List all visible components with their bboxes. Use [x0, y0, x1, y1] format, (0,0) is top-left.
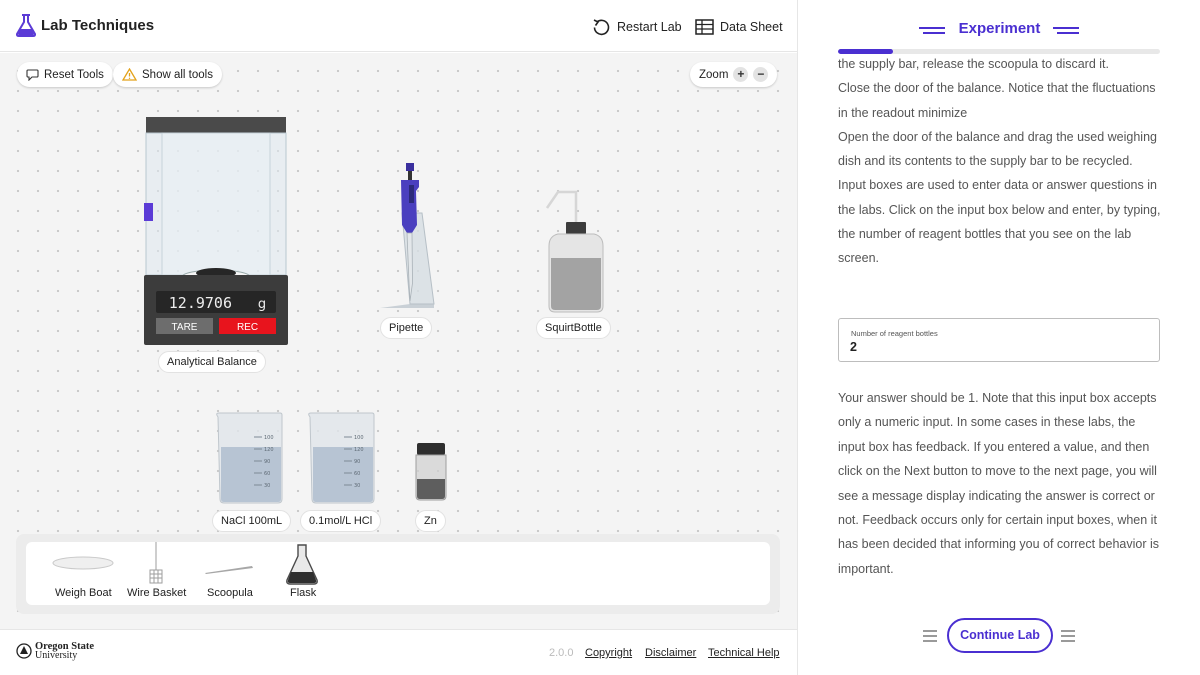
scoopula-item[interactable]: [204, 562, 254, 580]
nacl-tick-60: 60: [264, 471, 270, 477]
nacl-tick-100: 100: [264, 435, 274, 441]
instruction-paragraph: Open the door of the balance and drag th…: [838, 129, 1157, 169]
reagent-bottles-input-box[interactable]: Number of reagent bottles: [838, 318, 1160, 362]
balance-unit: g: [258, 297, 266, 312]
top-bar: Lab Techniques Restart Lab Data Sheet: [0, 0, 797, 52]
nacl-tick-120: 120: [264, 447, 274, 453]
restart-lab-button[interactable]: Restart Lab: [592, 16, 682, 38]
balance-readout: 12.9706: [169, 294, 232, 312]
continue-lab-button[interactable]: Continue Lab: [947, 618, 1053, 653]
nacl-tick-30: 30: [264, 483, 270, 489]
disclaimer-link[interactable]: Disclaimer: [645, 647, 696, 659]
supply-bar-inner: Weigh Boat Wire Basket Scoopula Flask: [26, 542, 770, 605]
pipette[interactable]: [376, 163, 438, 313]
weigh-boat-icon: [52, 556, 114, 570]
pipette-stand-base: [380, 304, 434, 308]
instruction-paragraph: Input boxes are used to enter data or an…: [838, 178, 1161, 266]
balance-top: [146, 117, 286, 133]
hcl-beaker[interactable]: 100 120 90 60 30: [306, 409, 380, 505]
scoopula-label: Scoopula: [207, 587, 253, 599]
app-title: Lab Techniques: [41, 17, 155, 34]
nacl-tick-90: 90: [264, 459, 270, 465]
hcl-tick-120: 120: [354, 447, 364, 453]
osu-seal-icon: [16, 643, 32, 659]
version-number: 2.0.0: [549, 647, 574, 659]
squirt-bottle-label: SquirtBottle: [536, 317, 611, 339]
squirt-nozzle: [545, 190, 578, 224]
instruction-paragraph: the supply bar, release the scoopula to …: [838, 57, 1109, 71]
reagent-bottles-input-label: Number of reagent bottles: [851, 329, 938, 338]
zn-bottle[interactable]: [412, 441, 450, 503]
copyright-link[interactable]: Copyright: [585, 647, 632, 659]
osu-logo: Oregon State University: [16, 641, 94, 661]
zoom-out-button[interactable]: −: [753, 67, 769, 82]
weigh-boat-item[interactable]: [52, 554, 114, 577]
flask-logo-icon: [15, 14, 37, 37]
data-sheet-label: Data Sheet: [720, 20, 783, 34]
zoom-label: Zoom: [699, 68, 729, 81]
reset-tools-button[interactable]: Reset Tools: [17, 62, 113, 87]
progress-bar: [838, 49, 1160, 54]
progress-fill: [838, 49, 893, 54]
table-icon: [695, 19, 714, 35]
squirt-cap: [566, 222, 586, 234]
beaker-liquid: [313, 447, 373, 502]
reset-tools-label: Reset Tools: [44, 68, 104, 81]
lab-workspace[interactable]: Reset Tools Show all tools Zoom + − 12.9…: [0, 53, 797, 629]
technical-help-link[interactable]: Technical Help: [708, 647, 780, 659]
panel-title: Experiment: [958, 20, 1041, 37]
hcl-tick-90: 90: [354, 459, 360, 465]
zn-label: Zn: [415, 510, 446, 532]
scoopula-icon: [205, 566, 253, 574]
hcl-tick-30: 30: [354, 483, 360, 489]
supply-bar: Weigh Boat Wire Basket Scoopula Flask: [16, 534, 780, 614]
flask-item[interactable]: [285, 544, 319, 591]
weigh-boat-label: Weigh Boat: [55, 587, 112, 599]
squirt-liquid: [551, 258, 601, 310]
instruction-paragraph: Close the door of the balance. Notice th…: [838, 81, 1156, 120]
menu-lines-right-icon: [1061, 630, 1075, 642]
tare-label: TARE: [172, 322, 198, 333]
warning-icon: [122, 68, 137, 81]
hcl-tick-100: 100: [354, 435, 364, 441]
hcl-label: 0.1mol/L HCl: [300, 510, 382, 532]
instructions-text[interactable]: the supply bar, release the scoopula to …: [838, 52, 1163, 302]
hcl-tick-60: 60: [354, 471, 360, 477]
restart-icon: [593, 18, 610, 35]
zoom-control: Zoom + −: [690, 62, 778, 87]
reagent-bottles-input[interactable]: [850, 340, 1140, 354]
zoom-in-button[interactable]: +: [733, 67, 749, 82]
beaker-liquid: [221, 447, 281, 502]
pipette-label: Pipette: [380, 317, 433, 339]
nacl-label: NaCl 100mL: [212, 510, 292, 532]
lab-area: Lab Techniques Restart Lab Data Sheet Re…: [0, 0, 797, 675]
zn-cap: [417, 443, 445, 455]
show-all-tools-button[interactable]: Show all tools: [113, 62, 222, 87]
door-handle[interactable]: [144, 203, 153, 221]
flask-label: Flask: [290, 587, 317, 599]
zn-contents: [417, 479, 445, 499]
restart-lab-label: Restart Lab: [617, 20, 682, 34]
osu-name-line2: University: [35, 650, 78, 661]
wire-basket-item[interactable]: [148, 542, 164, 589]
wire-basket-label: Wire Basket: [127, 587, 187, 599]
rec-label: REC: [237, 322, 258, 333]
title-dash-right-icon: [1053, 27, 1079, 34]
nacl-beaker[interactable]: 100 120 90 60 30: [214, 409, 288, 505]
show-all-tools-label: Show all tools: [142, 68, 213, 81]
menu-lines-left-icon: [923, 630, 937, 642]
analytical-balance[interactable]: 12.9706 g TARE REC: [140, 115, 292, 347]
analytical-balance-label: Analytical Balance: [158, 351, 266, 373]
footer: Oregon State University 2.0.0 Copyright …: [0, 629, 797, 675]
data-sheet-button[interactable]: Data Sheet: [695, 16, 783, 38]
experiment-panel: Experiment the supply bar, release the s…: [797, 0, 1200, 675]
feedback-text: Your answer should be 1. Note that this …: [838, 391, 1160, 576]
flask-icon: [286, 544, 318, 585]
chat-bubble-icon: [26, 69, 39, 81]
wire-basket-icon: [149, 542, 163, 584]
squirt-bottle[interactable]: [540, 188, 610, 313]
